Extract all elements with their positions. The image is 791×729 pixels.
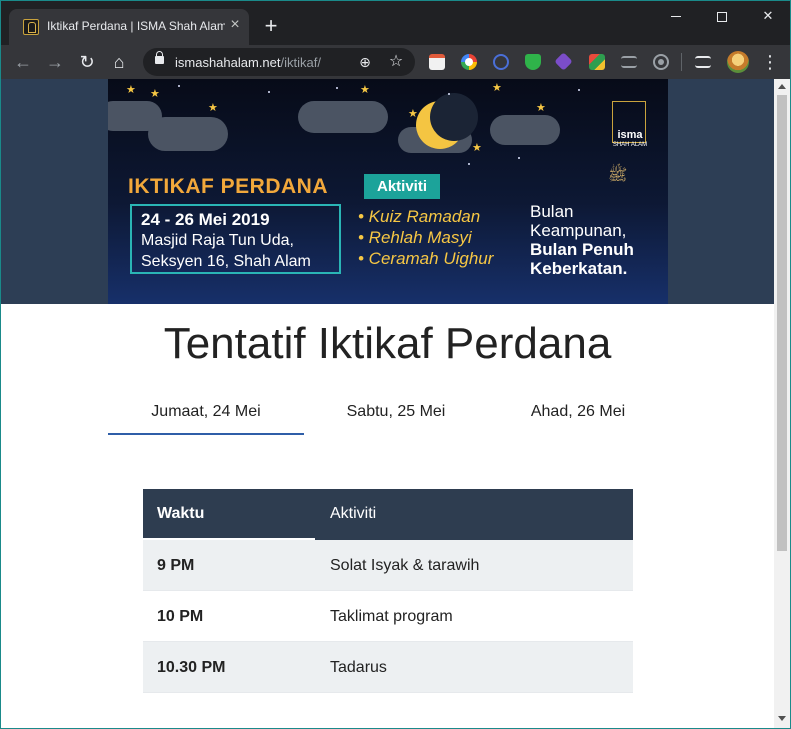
- star-icon: ★: [408, 108, 418, 120]
- scroll-up-arrow-icon[interactable]: [778, 84, 786, 89]
- table-row: 9 PM Solat Isyak & tarawih: [143, 540, 633, 591]
- scrollbar-thumb[interactable]: [777, 95, 787, 551]
- maximize-button[interactable]: [699, 5, 745, 27]
- banner-activity-list: • Kuiz Ramadan • Rehlah Masyi • Ceramah …: [358, 206, 493, 269]
- row-activity: Taklimat program: [330, 608, 453, 625]
- extension-search-icon[interactable]: [493, 54, 509, 70]
- bookmark-star-icon[interactable]: ☆: [387, 53, 405, 71]
- star-icon: ★: [150, 88, 160, 100]
- star-icon: ★: [360, 84, 370, 96]
- extension-layers-icon[interactable]: [589, 54, 605, 70]
- home-icon[interactable]: ⌂: [107, 50, 131, 74]
- page-title: Tentatif Iktikaf Perdana: [163, 319, 612, 368]
- browser-toolbar: ← → ↻ ⌂ ismashahalam.net/iktikaf/ ⊕ ☆ ⋮: [1, 45, 790, 79]
- row-time: 10 PM: [157, 608, 204, 625]
- star-icon: ★: [208, 102, 218, 114]
- banner-title: IKTIKAF PERDANA: [128, 175, 328, 198]
- banner-activity-item: • Kuiz Ramadan: [358, 207, 481, 226]
- header-waktu: Waktu: [157, 505, 205, 522]
- banner-activity-item: • Rehlah Masyi: [358, 228, 472, 247]
- isma-logo-subtext: SHAH ALAM: [612, 142, 648, 148]
- star-dot: [178, 85, 180, 87]
- minimize-button[interactable]: [653, 5, 699, 27]
- star-icon: ★: [472, 142, 482, 154]
- row-time: 10.30 PM: [157, 659, 226, 676]
- banner-event-details: 24 - 26 Mei 2019 Masjid Raja Tun Uda, Se…: [130, 204, 341, 274]
- toolbar-divider: [681, 53, 682, 71]
- star-dot: [268, 91, 270, 93]
- zoom-icon[interactable]: ⊕: [357, 54, 373, 70]
- table-row: 10 PM Taklimat program: [143, 591, 633, 642]
- address-bar[interactable]: ismashahalam.net/iktikaf/ ⊕ ☆: [143, 48, 415, 76]
- star-dot: [518, 157, 520, 159]
- reload-icon[interactable]: ↻: [75, 50, 99, 74]
- close-window-button[interactable]: ✕: [745, 5, 790, 27]
- banner-slogan: Bulan Keampunan, Bulan Penuh Keberkatan.: [530, 202, 634, 278]
- url-text[interactable]: ismashahalam.net/iktikaf/: [175, 55, 321, 70]
- row-activity: Solat Isyak & tarawih: [330, 557, 480, 574]
- tab-jumaat[interactable]: Jumaat, 24 Mei: [108, 403, 304, 437]
- star-dot: [336, 87, 338, 89]
- banner-activity-item: • Ceramah Uighur: [358, 249, 494, 268]
- browser-tab[interactable]: Iktikaf Perdana | ISMA Shah Alam ×: [9, 9, 249, 45]
- banner-slogan-line: Keberkatan.: [530, 259, 628, 278]
- tab-sabtu[interactable]: Sabtu, 25 Mei: [304, 403, 488, 437]
- new-tab-icon[interactable]: +: [259, 15, 283, 39]
- scroll-down-arrow-icon[interactable]: [778, 716, 786, 721]
- forward-arrow-icon[interactable]: →: [43, 50, 67, 74]
- site-favicon-icon: [23, 19, 39, 35]
- row-activity: Tadarus: [330, 659, 387, 676]
- star-icon: ★: [126, 84, 136, 96]
- star-dot: [468, 163, 470, 165]
- browser-window: Iktikaf Perdana | ISMA Shah Alam × + ✕ ←…: [0, 0, 791, 729]
- crescent-moon-icon: [416, 93, 478, 149]
- cloud-decoration: [148, 117, 228, 151]
- banner-aktiviti-label: Aktiviti: [364, 174, 440, 199]
- tab-strip: Iktikaf Perdana | ISMA Shah Alam × + ✕: [1, 1, 790, 45]
- star-dot: [578, 89, 580, 91]
- active-tab-indicator: [108, 433, 304, 435]
- vertical-scrollbar[interactable]: [774, 79, 790, 728]
- star-icon: ★: [492, 82, 502, 94]
- extension-target-icon[interactable]: [653, 54, 669, 70]
- banner-location-line1: Masjid Raja Tun Uda,: [141, 232, 294, 249]
- row-time: 9 PM: [157, 557, 195, 574]
- banner-date: 24 - 26 Mei 2019: [141, 210, 270, 229]
- back-arrow-icon[interactable]: ←: [11, 50, 35, 74]
- cloud-decoration: [298, 101, 388, 133]
- extension-color-wheel-icon[interactable]: [461, 54, 477, 70]
- schedule-header-row: Waktu Aktiviti: [143, 489, 633, 540]
- tab-title: Iktikaf Perdana | ISMA Shah Alam: [47, 19, 225, 33]
- media-playlist-icon[interactable]: [695, 56, 711, 68]
- url-path: /iktikaf/: [280, 55, 321, 70]
- cloud-decoration: [490, 115, 560, 145]
- tab-ahad[interactable]: Ahad, 26 Mei: [488, 403, 668, 437]
- url-host: ismashahalam.net: [175, 55, 281, 70]
- page-viewport: ★ ★ ★ ★ ★ ★ ★ ★ IKTIKAF PERDANA 24 - 26 …: [1, 79, 774, 728]
- banner-slogan-line: Keampunan,: [530, 221, 627, 240]
- header-aktiviti: Aktiviti: [330, 505, 377, 522]
- banner-slogan-line: Bulan Penuh: [530, 240, 634, 259]
- menu-dots-icon[interactable]: ⋮: [761, 50, 779, 74]
- extension-diamond-icon[interactable]: [554, 52, 573, 71]
- banner-location-line2: Seksyen 16, Shah Alam: [141, 253, 311, 270]
- extension-notes-icon[interactable]: [429, 54, 445, 70]
- extension-lines-icon[interactable]: [621, 56, 637, 68]
- star-dot: [448, 93, 450, 95]
- table-row: 10.30 PM Tadarus: [143, 642, 633, 693]
- lock-icon[interactable]: [155, 51, 164, 64]
- calligraphy-logo-icon: ﷺ: [608, 165, 628, 184]
- isma-logo-text: isma: [617, 129, 643, 141]
- extension-shield-icon[interactable]: [525, 54, 541, 70]
- close-tab-icon[interactable]: ×: [227, 17, 243, 33]
- star-icon: ★: [536, 102, 546, 114]
- hero-banner: ★ ★ ★ ★ ★ ★ ★ ★ IKTIKAF PERDANA 24 - 26 …: [108, 79, 668, 304]
- banner-slogan-line: Bulan: [530, 202, 574, 221]
- profile-avatar[interactable]: [727, 51, 749, 73]
- schedule-table: Waktu Aktiviti 9 PM Solat Isyak & tarawi…: [143, 489, 633, 693]
